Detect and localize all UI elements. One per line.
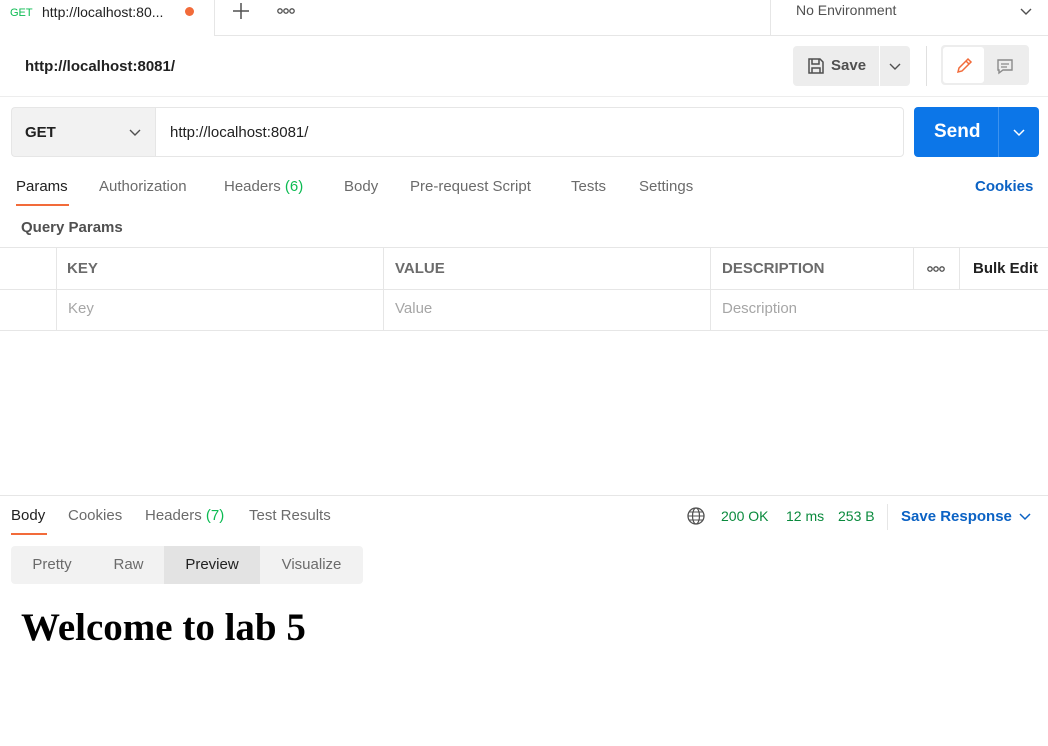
- cookies-link[interactable]: Cookies: [975, 178, 1033, 195]
- tab-body[interactable]: Body: [344, 178, 378, 195]
- view-pretty-button[interactable]: Pretty: [11, 546, 93, 584]
- environment-selector[interactable]: No Environment: [796, 2, 896, 18]
- more-horizontal-icon[interactable]: [926, 262, 946, 276]
- tab-params[interactable]: Params: [16, 178, 68, 195]
- method-select-value[interactable]: GET: [25, 124, 56, 141]
- tab-authorization[interactable]: Authorization: [99, 178, 187, 195]
- tab-headers-count: (6): [284, 178, 304, 195]
- unsaved-indicator-icon: [185, 7, 194, 16]
- response-tab-cookies[interactable]: Cookies: [68, 507, 122, 524]
- column-divider: [710, 247, 711, 331]
- value-input[interactable]: Value: [395, 300, 432, 317]
- divider: [926, 46, 927, 86]
- column-header-value: VALUE: [395, 260, 445, 277]
- chevron-down-icon[interactable]: [1019, 4, 1033, 18]
- bulk-edit-button[interactable]: Bulk Edit: [973, 260, 1038, 277]
- chevron-down-icon[interactable]: [1012, 125, 1026, 139]
- response-size[interactable]: 253 B: [838, 508, 875, 524]
- pencil-icon[interactable]: [954, 56, 974, 76]
- send-button-label[interactable]: Send: [934, 121, 980, 143]
- divider: [887, 504, 888, 530]
- chevron-down-icon[interactable]: [1018, 509, 1032, 523]
- save-button-label[interactable]: Save: [831, 57, 866, 74]
- url-input[interactable]: [155, 107, 904, 157]
- tab-title[interactable]: http://localhost:80...: [42, 4, 163, 20]
- request-title: http://localhost:8081/: [25, 58, 176, 75]
- save-icon: [806, 56, 826, 76]
- tab-method-label: GET: [10, 7, 33, 19]
- query-params-title: Query Params: [21, 219, 123, 236]
- preview-heading: Welcome to lab 5: [21, 606, 306, 649]
- divider: [0, 495, 1048, 496]
- chevron-down-icon[interactable]: [128, 125, 142, 139]
- more-horizontal-icon[interactable]: [276, 4, 296, 18]
- response-time[interactable]: 12 ms: [786, 508, 824, 524]
- column-divider: [959, 247, 960, 290]
- plus-icon[interactable]: [230, 0, 252, 22]
- response-tab-body[interactable]: Body: [11, 507, 45, 524]
- column-header-description: DESCRIPTION: [722, 260, 825, 277]
- save-response-button[interactable]: Save Response: [901, 508, 1012, 525]
- column-header-key: KEY: [67, 260, 98, 277]
- status-code[interactable]: 200 OK: [721, 508, 768, 524]
- divider: [0, 96, 1048, 97]
- view-visualize-button[interactable]: Visualize: [260, 546, 363, 584]
- tab-headers[interactable]: Headers (6): [224, 178, 303, 195]
- tab-headers-label: Headers: [224, 178, 281, 195]
- column-divider: [913, 247, 914, 290]
- response-tab-headers-count: (7): [205, 507, 225, 524]
- globe-icon[interactable]: [686, 506, 706, 526]
- column-divider: [56, 247, 57, 331]
- table-border: [0, 289, 1048, 290]
- table-border: [0, 330, 1048, 331]
- tab-pre-request-script[interactable]: Pre-request Script: [410, 178, 531, 195]
- description-input[interactable]: Description: [722, 300, 797, 317]
- view-preview-button[interactable]: Preview: [164, 546, 260, 584]
- active-tab-indicator: [11, 533, 47, 535]
- active-tab-indicator: [16, 204, 69, 206]
- column-divider: [383, 247, 384, 331]
- view-raw-button[interactable]: Raw: [93, 546, 164, 584]
- tab-settings[interactable]: Settings: [639, 178, 693, 195]
- response-tab-headers[interactable]: Headers (7): [145, 507, 224, 524]
- chevron-down-icon[interactable]: [888, 59, 902, 73]
- divider: [770, 0, 771, 36]
- key-input[interactable]: Key: [68, 300, 94, 317]
- tab-tests[interactable]: Tests: [571, 178, 606, 195]
- response-tab-headers-label: Headers: [145, 507, 202, 524]
- comment-icon[interactable]: [995, 56, 1015, 76]
- table-border: [0, 247, 1048, 248]
- response-tab-test-results[interactable]: Test Results: [249, 507, 331, 524]
